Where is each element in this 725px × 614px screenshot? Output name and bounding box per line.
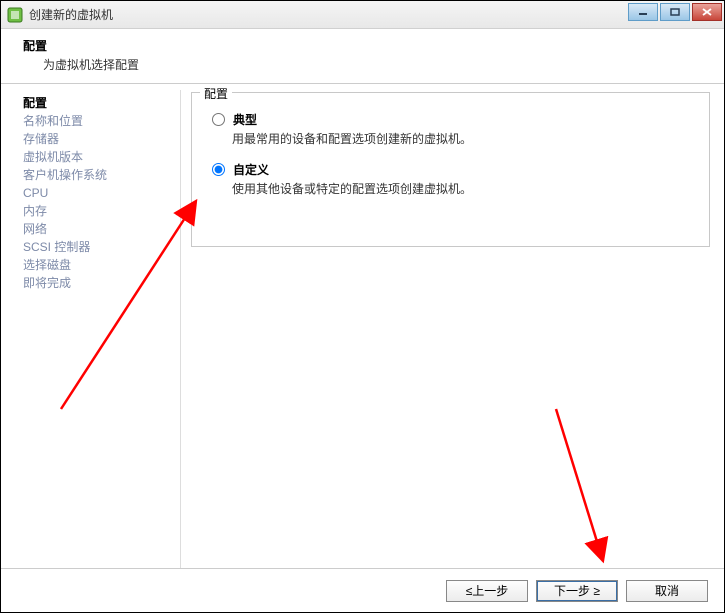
- sidebar-step-config[interactable]: 配置: [23, 94, 175, 112]
- header-subtitle: 为虚拟机选择配置: [43, 56, 710, 73]
- sidebar-step-guest-os[interactable]: 客户机操作系统: [23, 166, 175, 184]
- titlebar: 创建新的虚拟机: [1, 1, 724, 29]
- radio-custom-label: 自定义: [233, 161, 269, 178]
- sidebar-step-storage[interactable]: 存储器: [23, 130, 175, 148]
- close-button[interactable]: [692, 3, 722, 21]
- groupbox-legend: 配置: [200, 85, 232, 102]
- radio-typical-label: 典型: [233, 111, 257, 128]
- radio-row-custom[interactable]: 自定义: [212, 161, 697, 178]
- sidebar-step-memory[interactable]: 内存: [23, 202, 175, 220]
- minimize-button[interactable]: [628, 3, 658, 21]
- sidebar-step-scsi[interactable]: SCSI 控制器: [23, 238, 175, 256]
- back-button[interactable]: ≤上一步: [446, 580, 528, 602]
- content-panel: 配置 典型 用最常用的设备和配置选项创建新的虚拟机。 自定义 使用其他设备或特定…: [181, 84, 724, 583]
- sidebar-step-network[interactable]: 网络: [23, 220, 175, 238]
- radio-row-typical[interactable]: 典型: [212, 111, 697, 128]
- radio-custom-desc: 使用其他设备或特定的配置选项创建虚拟机。: [232, 180, 697, 197]
- sidebar-step-name-location[interactable]: 名称和位置: [23, 112, 175, 130]
- radio-typical-desc: 用最常用的设备和配置选项创建新的虚拟机。: [232, 130, 697, 147]
- header-title: 配置: [23, 37, 710, 54]
- main-area: 配置 名称和位置 存储器 虚拟机版本 客户机操作系统 CPU 内存 网络 SCS…: [1, 84, 724, 583]
- sidebar-step-disk[interactable]: 选择磁盘: [23, 256, 175, 274]
- app-icon: [7, 7, 23, 23]
- maximize-button[interactable]: [660, 3, 690, 21]
- cancel-button[interactable]: 取消: [626, 580, 708, 602]
- radio-custom[interactable]: [212, 163, 225, 176]
- wizard-header: 配置 为虚拟机选择配置: [1, 29, 724, 84]
- wizard-footer: ≤上一步 下一步 ≥ 取消: [1, 568, 724, 612]
- sidebar-step-vm-version[interactable]: 虚拟机版本: [23, 148, 175, 166]
- wizard-sidebar: 配置 名称和位置 存储器 虚拟机版本 客户机操作系统 CPU 内存 网络 SCS…: [1, 84, 181, 583]
- sidebar-step-cpu[interactable]: CPU: [23, 184, 175, 202]
- next-button[interactable]: 下一步 ≥: [536, 580, 618, 602]
- sidebar-step-finish[interactable]: 即将完成: [23, 274, 175, 292]
- titlebar-title: 创建新的虚拟机: [29, 6, 113, 23]
- radio-typical[interactable]: [212, 113, 225, 126]
- window-controls: [628, 3, 722, 21]
- config-groupbox: 配置 典型 用最常用的设备和配置选项创建新的虚拟机。 自定义 使用其他设备或特定…: [191, 92, 710, 247]
